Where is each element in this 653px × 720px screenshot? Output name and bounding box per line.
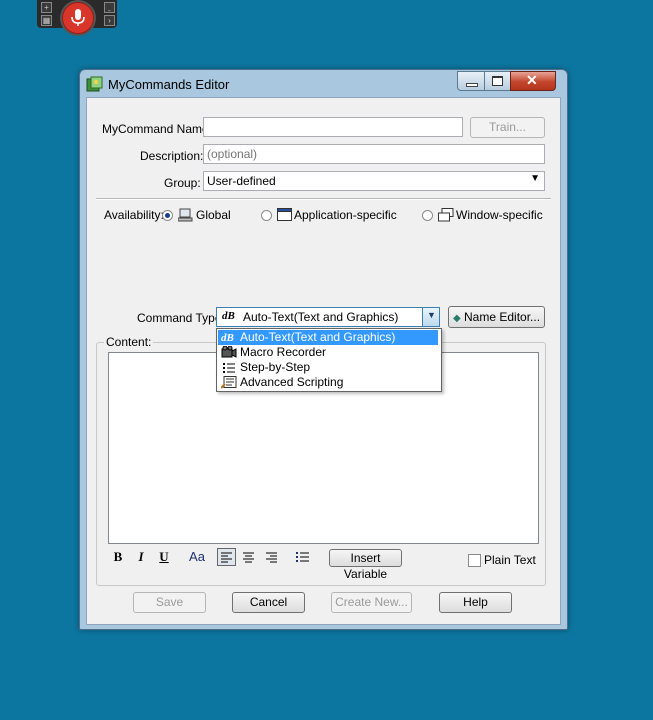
app-icon bbox=[86, 76, 103, 92]
bullet-list-button[interactable] bbox=[294, 549, 311, 565]
tag-icon: ◆ bbox=[452, 313, 461, 324]
microphone-button[interactable] bbox=[62, 2, 94, 34]
command-type-select[interactable]: dB Auto-Text(Text and Graphics) ▼ bbox=[216, 307, 440, 327]
command-type-option-auto-text[interactable]: dB Auto-Text(Text and Graphics) bbox=[218, 330, 438, 345]
bold-button[interactable]: B bbox=[109, 548, 127, 566]
command-type-option-macro-recorder[interactable]: Macro Recorder bbox=[218, 345, 438, 360]
mycommands-editor-window: MyCommands Editor ✕ MyCommand Name: Trai… bbox=[79, 69, 568, 630]
bullet-list-icon bbox=[296, 552, 309, 562]
auto-text-icon: dB bbox=[221, 332, 234, 344]
group-select-value: User-defined bbox=[207, 174, 276, 188]
train-button[interactable]: Train... bbox=[470, 117, 545, 138]
align-left-button[interactable] bbox=[217, 548, 236, 566]
global-label: Global bbox=[196, 208, 231, 222]
application-window-icon bbox=[277, 208, 292, 221]
maximize-button[interactable] bbox=[484, 71, 511, 91]
create-new-button[interactable]: Create New... bbox=[331, 592, 412, 613]
step-by-step-icon bbox=[223, 363, 235, 373]
name-editor-button[interactable]: ◆ Name Editor... bbox=[448, 306, 545, 328]
command-type-label: Command Type: bbox=[137, 311, 225, 325]
mycommand-name-label: MyCommand Name: bbox=[102, 122, 213, 136]
chevron-down-icon: ▼ bbox=[427, 310, 436, 320]
window-specific-icon bbox=[438, 208, 454, 222]
plain-text-label: Plain Text bbox=[484, 553, 536, 567]
grid-icon[interactable]: ▦ bbox=[41, 15, 52, 26]
advanced-scripting-icon bbox=[221, 376, 237, 389]
chevron-right-icon[interactable]: › bbox=[104, 15, 115, 26]
window-specific-label: Window-specific bbox=[456, 208, 543, 222]
globe-computer-icon bbox=[178, 208, 193, 222]
group-label: Group: bbox=[164, 176, 201, 190]
insert-variable-button[interactable]: Insert Variable bbox=[329, 549, 402, 581]
command-type-option-advanced-scripting[interactable]: Advanced Scripting bbox=[218, 375, 438, 390]
name-editor-label: Name Editor... bbox=[464, 310, 541, 324]
application-specific-label: Application-specific bbox=[294, 208, 397, 222]
command-type-value: Auto-Text(Text and Graphics) bbox=[243, 310, 399, 324]
command-type-option-step-by-step[interactable]: Step-by-Step bbox=[218, 360, 438, 375]
command-type-dropdown-list: dB Auto-Text(Text and Graphics) Macro Re… bbox=[216, 328, 442, 392]
italic-button[interactable]: I bbox=[132, 548, 150, 566]
close-button[interactable]: ✕ bbox=[510, 71, 556, 91]
cancel-button[interactable]: Cancel bbox=[232, 592, 305, 613]
save-button[interactable]: Save bbox=[133, 592, 206, 613]
minimize-icon bbox=[466, 83, 478, 87]
expand-icon[interactable]: + bbox=[41, 2, 52, 13]
close-icon: ✕ bbox=[526, 72, 538, 88]
description-input[interactable] bbox=[203, 144, 545, 164]
align-right-icon bbox=[266, 552, 277, 563]
align-right-button[interactable] bbox=[263, 549, 280, 565]
group-select[interactable]: User-defined ▼ bbox=[203, 171, 545, 191]
application-specific-radio[interactable] bbox=[261, 210, 272, 221]
command-type-dropdown-button[interactable]: ▼ bbox=[422, 308, 439, 326]
minimize-button[interactable] bbox=[457, 71, 485, 91]
window-specific-radio[interactable] bbox=[422, 210, 433, 221]
chevron-down-icon: ▼ bbox=[530, 173, 540, 184]
underline-button[interactable]: U bbox=[155, 548, 173, 566]
microphone-icon bbox=[71, 9, 85, 26]
align-left-icon bbox=[221, 552, 232, 563]
window-title: MyCommands Editor bbox=[108, 77, 230, 92]
minimize-icon[interactable]: ˍ bbox=[104, 2, 115, 13]
content-label: Content: bbox=[104, 335, 154, 349]
divider bbox=[96, 198, 551, 200]
align-center-icon bbox=[243, 552, 254, 563]
maximize-icon bbox=[492, 76, 503, 86]
align-center-button[interactable] bbox=[240, 549, 257, 565]
macro-recorder-icon bbox=[221, 346, 237, 358]
font-button[interactable]: Aa bbox=[186, 548, 208, 566]
auto-text-icon: dB bbox=[222, 310, 235, 322]
availability-label: Availability: bbox=[104, 208, 164, 222]
dialog-client-area: MyCommand Name: Train... Description: Gr… bbox=[86, 97, 561, 625]
global-radio[interactable] bbox=[162, 210, 173, 221]
description-label: Description: bbox=[140, 149, 204, 163]
help-button[interactable]: Help bbox=[439, 592, 512, 613]
plain-text-checkbox[interactable] bbox=[468, 554, 481, 567]
mycommand-name-input[interactable] bbox=[203, 117, 463, 137]
